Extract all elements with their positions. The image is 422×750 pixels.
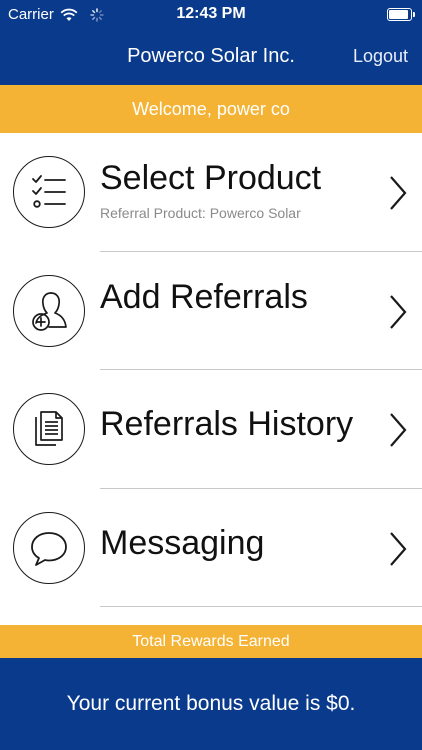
menu-item-title: Messaging [100, 523, 265, 562]
menu-item-referrals-history[interactable]: Referrals History [0, 370, 422, 489]
menu-list: Select Product Referral Product: Powerco… [0, 133, 422, 607]
status-time: 12:43 PM [176, 5, 246, 22]
status-bar: Carrier 12:43 PM [0, 0, 422, 30]
menu-item-title: Referrals History [100, 405, 354, 443]
bonus-value-panel: Your current bonus value is $0. [0, 658, 422, 750]
menu-item-title: Add Referrals [100, 277, 308, 316]
chevron-right-icon [390, 531, 407, 566]
battery-icon [387, 8, 415, 21]
rewards-header: Total Rewards Earned [0, 625, 422, 658]
chevron-right-icon [390, 413, 407, 447]
menu-item-title: Select Product [100, 159, 322, 197]
chat-bubble-icon [13, 511, 85, 584]
menu-item-subtitle: Referral Product: Powerco Solar [100, 205, 301, 221]
logout-button[interactable]: Logout [353, 46, 408, 67]
battery-level [389, 10, 408, 19]
chevron-right-icon [390, 176, 407, 210]
chevron-right-icon [390, 294, 407, 329]
documents-icon [13, 393, 85, 465]
nav-bar: Powerco Solar Inc. Logout [0, 30, 422, 85]
menu-item-messaging[interactable]: Messaging [0, 489, 422, 608]
checklist-icon [13, 156, 85, 228]
menu-item-select-product[interactable]: Select Product Referral Product: Powerco… [0, 133, 422, 252]
add-person-icon [13, 274, 85, 347]
menu-item-add-referrals[interactable]: Add Referrals [0, 252, 422, 371]
welcome-banner: Welcome, power co [0, 85, 422, 133]
